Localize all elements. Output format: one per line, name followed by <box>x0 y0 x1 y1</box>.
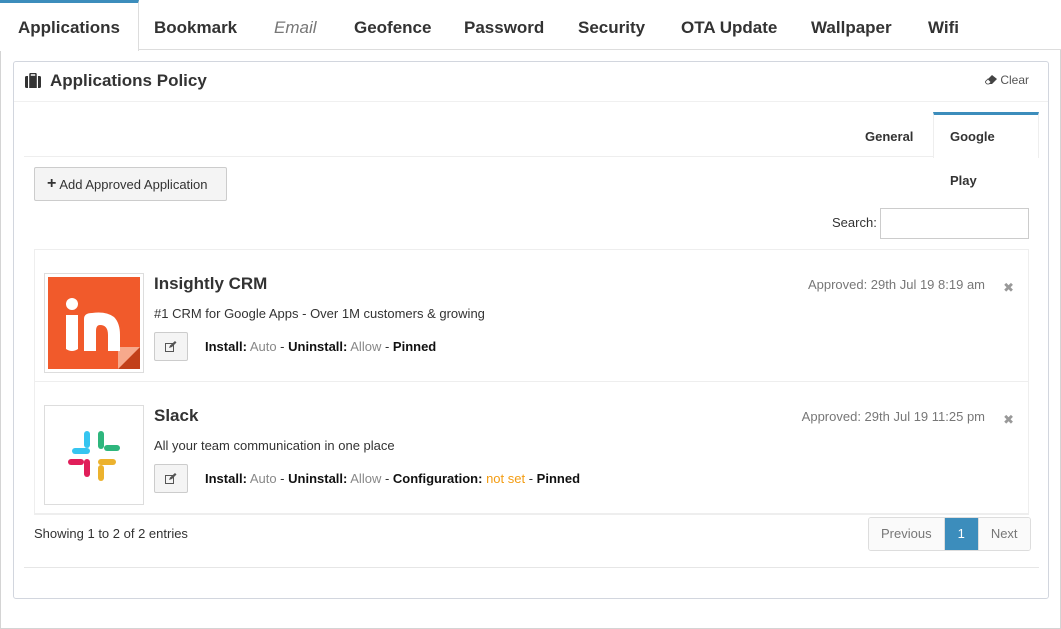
add-approved-application-button[interactable]: + Add Approved Application <box>34 167 227 201</box>
list-item: Slack All your team communication in one… <box>35 382 1028 514</box>
clear-button[interactable]: Clear <box>985 73 1029 87</box>
install-value: Auto <box>249 339 277 354</box>
eraser-icon <box>985 75 998 85</box>
tab-geofence[interactable]: Geofence <box>354 0 431 50</box>
plus-icon: + <box>47 175 57 192</box>
tab-security[interactable]: Security <box>578 0 645 50</box>
edit-icon <box>165 341 177 352</box>
search-input[interactable] <box>880 208 1029 239</box>
next-button[interactable]: Next <box>978 518 1030 550</box>
app-policy: Install: Auto - Uninstall: Allow - Confi… <box>205 471 581 486</box>
uninstall-label: Uninstall: <box>288 471 348 486</box>
inner-box: General Google Play + Add Approved Appli… <box>24 112 1039 568</box>
remove-icon[interactable]: ✖ <box>1003 412 1014 428</box>
top-tab-bar: Applications Bookmark Email Geofence Pas… <box>0 0 1061 51</box>
edit-icon <box>165 473 177 484</box>
uninstall-value: Allow <box>350 471 382 486</box>
app-name: Insightly CRM <box>154 274 268 293</box>
add-button-label: Add Approved Application <box>59 176 208 192</box>
app-name: Slack <box>154 406 199 425</box>
applications-policy-panel: Applications Policy Clear General Google… <box>13 61 1049 599</box>
edit-button[interactable] <box>154 464 188 493</box>
list-item: Insightly CRM #1 CRM for Google Apps - O… <box>35 250 1028 382</box>
app-description: #1 CRM for Google Apps - Over 1M custome… <box>154 306 485 321</box>
edit-button[interactable] <box>154 332 188 361</box>
panel-header: Applications Policy Clear <box>14 62 1048 102</box>
insightly-logo <box>44 273 144 373</box>
tab-wallpaper[interactable]: Wallpaper <box>811 0 892 50</box>
tab-email[interactable]: Email <box>274 0 317 50</box>
subtab-general[interactable]: General <box>849 112 929 157</box>
tab-applications[interactable]: Applications <box>0 0 140 51</box>
remove-icon[interactable]: ✖ <box>1003 280 1014 296</box>
approved-app-list: Insightly CRM #1 CRM for Google Apps - O… <box>34 249 1029 515</box>
tab-wifi[interactable]: Wifi <box>928 0 959 50</box>
pinned-label: Pinned <box>536 471 581 486</box>
briefcase-icon <box>25 73 41 88</box>
search-label: Search: <box>832 215 877 230</box>
page-1-button[interactable]: 1 <box>944 518 979 550</box>
clear-label: Clear <box>1000 73 1029 87</box>
slack-logo <box>44 405 144 505</box>
pinned-label: Pinned <box>392 339 437 354</box>
install-label: Install: <box>205 339 247 354</box>
panel-title: Applications Policy <box>50 71 207 90</box>
uninstall-value: Allow <box>350 339 382 354</box>
configuration-value: not set <box>486 471 526 486</box>
approved-timestamp: Approved: 29th Jul 19 8:19 am <box>807 277 985 292</box>
approved-timestamp: Approved: 29th Jul 19 11:25 pm <box>801 409 985 424</box>
subtab-bar: General Google Play <box>24 112 1039 188</box>
pagination: Previous 1 Next <box>868 517 1031 551</box>
uninstall-label: Uninstall: <box>288 339 348 354</box>
tab-bookmark[interactable]: Bookmark <box>154 0 237 50</box>
previous-button[interactable]: Previous <box>869 518 945 550</box>
install-label: Install: <box>205 471 247 486</box>
app-policy: Install: Auto - Uninstall: Allow - Pinne… <box>205 339 437 354</box>
configuration-label: Configuration: <box>392 471 483 486</box>
install-value: Auto <box>249 471 277 486</box>
tab-password[interactable]: Password <box>464 0 544 50</box>
app-description: All your team communication in one place <box>154 438 395 453</box>
tab-ota-update[interactable]: OTA Update <box>681 0 777 50</box>
subtab-google-play[interactable]: Google Play <box>933 112 1039 188</box>
entries-info: Showing 1 to 2 of 2 entries <box>34 526 188 541</box>
